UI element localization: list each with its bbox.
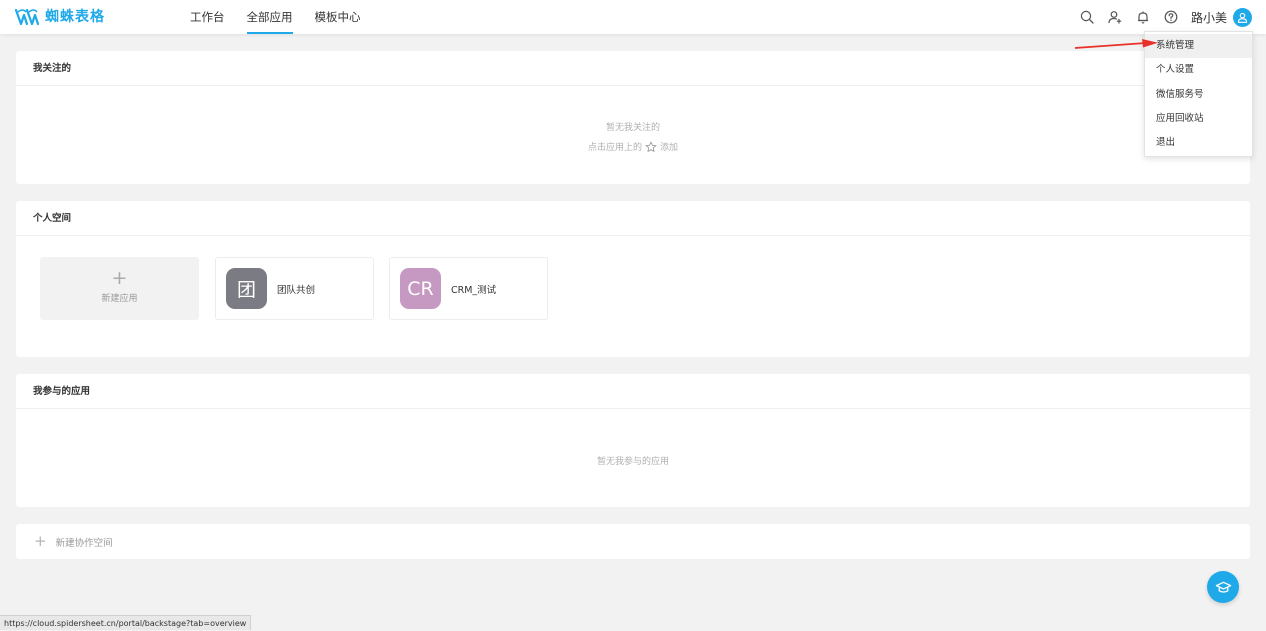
app-card-crm[interactable]: CR CRM_测试: [389, 257, 548, 320]
empty-message: 暂无我关注的: [16, 120, 1250, 133]
add-user-icon[interactable]: [1108, 10, 1122, 24]
app-name: CRM_测试: [451, 282, 496, 296]
user-name[interactable]: 路小美: [1191, 9, 1227, 26]
menu-item-wechat-service[interactable]: 微信服务号: [1145, 83, 1252, 107]
nav-template-center[interactable]: 模板中心: [315, 0, 361, 34]
new-collab-space-button[interactable]: + 新建协作空间: [16, 524, 1250, 559]
new-app-label: 新建应用: [40, 291, 199, 304]
section-title: 我参与的应用: [16, 374, 1250, 409]
star-icon: [645, 141, 657, 153]
personal-space-section: 个人空间 + 新建应用 团 团队共创 CR CRM_测试: [16, 201, 1250, 357]
learning-center-button[interactable]: [1207, 571, 1239, 603]
joined-apps-section: 我参与的应用 暂无我参与的应用: [16, 374, 1250, 507]
spider-logo-icon: [14, 7, 42, 27]
hint-text-after: 添加: [660, 140, 678, 153]
user-dropdown-menu: 系统管理 个人设置 微信服务号 应用回收站 退出: [1144, 31, 1253, 157]
app-card-team[interactable]: 团 团队共创: [215, 257, 374, 320]
nav-workbench[interactable]: 工作台: [190, 0, 225, 34]
search-icon[interactable]: [1080, 10, 1094, 24]
header-tools: 路小美: [1066, 0, 1252, 34]
app-icon: CR: [400, 268, 441, 309]
empty-hint: 点击应用上的 添加: [16, 140, 1250, 153]
plus-icon: +: [40, 268, 199, 288]
menu-item-logout[interactable]: 退出: [1145, 131, 1252, 155]
empty-message: 暂无我参与的应用: [16, 454, 1250, 467]
bell-icon[interactable]: [1136, 10, 1150, 24]
menu-item-app-recycle-bin[interactable]: 应用回收站: [1145, 107, 1252, 131]
section-title: 个人空间: [16, 201, 1250, 236]
help-icon[interactable]: [1164, 10, 1178, 24]
annotation-arrow-icon: [1074, 38, 1160, 50]
user-avatar-icon[interactable]: [1233, 8, 1252, 27]
graduation-cap-icon: [1215, 579, 1232, 596]
logo-text: 蜘蛛表格: [45, 7, 105, 27]
following-section: 我关注的 暂无我关注的 点击应用上的 添加: [16, 51, 1250, 184]
app-icon: 团: [226, 268, 267, 309]
plus-icon: +: [34, 534, 47, 549]
menu-item-system-admin[interactable]: 系统管理: [1145, 34, 1252, 58]
new-app-button[interactable]: + 新建应用: [40, 257, 199, 320]
menu-item-personal-settings[interactable]: 个人设置: [1145, 58, 1252, 82]
status-bar-url: https://cloud.spidersheet.cn/portal/back…: [0, 615, 251, 630]
new-collab-space-label: 新建协作空间: [56, 535, 113, 549]
logo[interactable]: 蜘蛛表格: [14, 7, 105, 27]
app-name: 团队共创: [277, 282, 315, 296]
main-nav: 工作台 全部应用 模板中心: [190, 0, 383, 34]
nav-all-apps[interactable]: 全部应用: [247, 0, 293, 34]
top-header: 蜘蛛表格 工作台 全部应用 模板中心 路小美: [0, 0, 1266, 34]
hint-text-before: 点击应用上的: [588, 140, 642, 153]
section-title: 我关注的: [16, 51, 1250, 86]
